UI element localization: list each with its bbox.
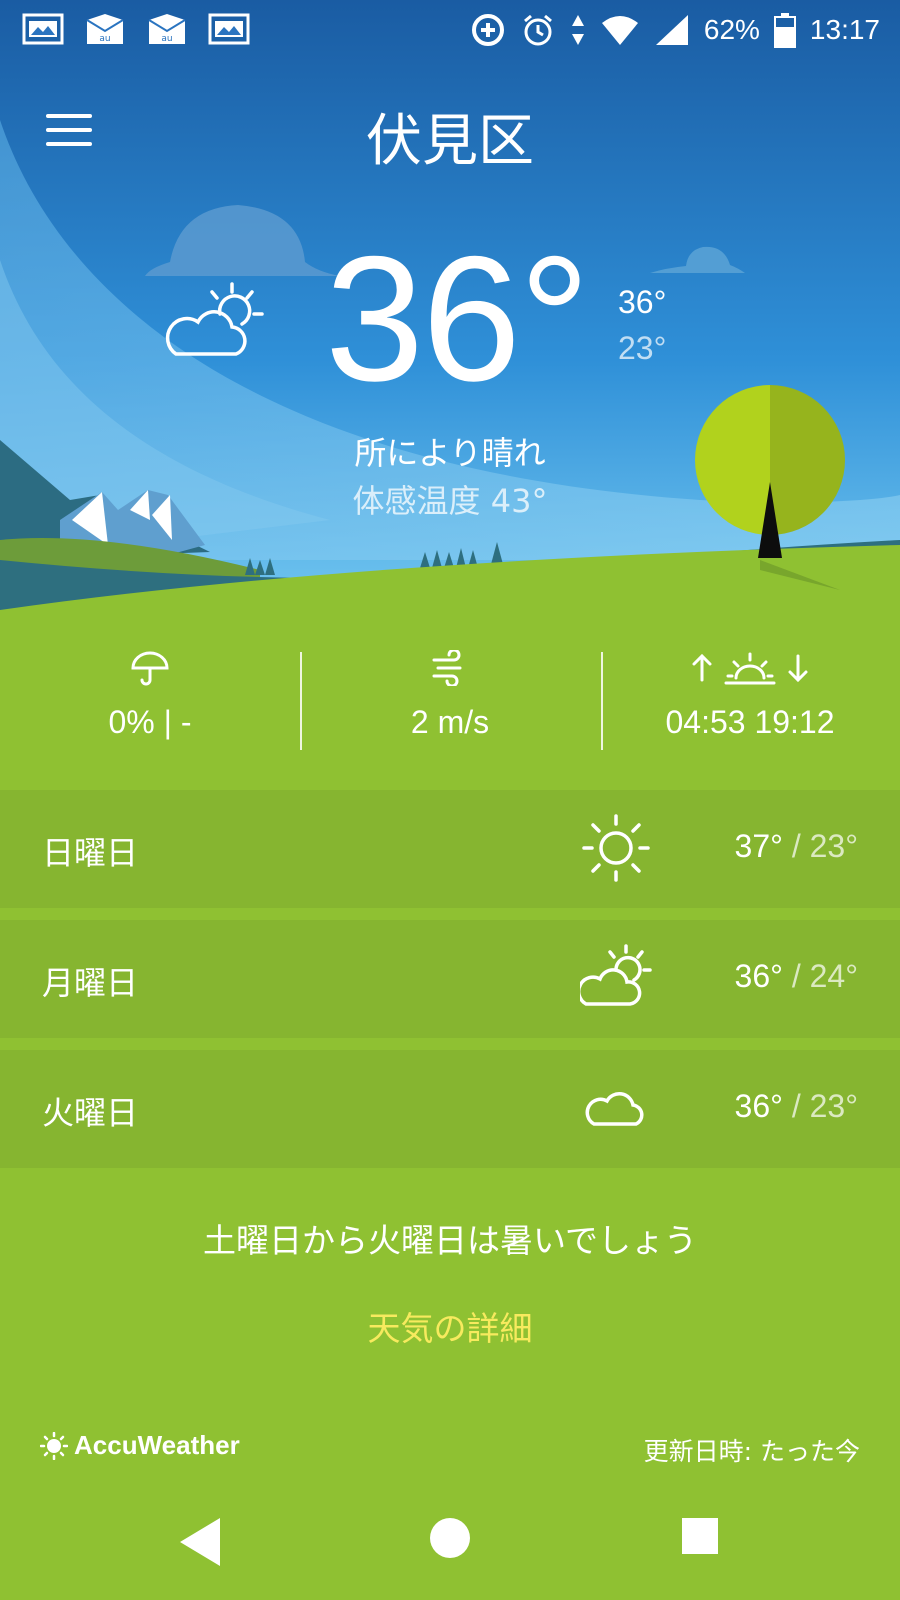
precipitation-stat: 0% | - [0, 650, 300, 741]
sunny-icon [582, 814, 650, 882]
system-icons: 62% 13:17 [470, 12, 880, 48]
battery-icon [773, 13, 796, 48]
notification-icons: au au [22, 12, 250, 46]
forecast-low: / 23° [791, 828, 858, 864]
weather-details-link[interactable]: 天気の詳細 [0, 1302, 900, 1350]
forecast-row-monday[interactable]: 月曜日 36° / 24° [0, 920, 900, 1038]
city-name: 伏見区 [366, 109, 534, 174]
feels-like-text: 体感温度 43° [352, 482, 548, 520]
stats-divider [601, 652, 603, 750]
updated-time: 更新日時: たった今 [643, 1437, 860, 1466]
high-temperature: 36° [618, 284, 667, 320]
data-saver-icon [471, 14, 504, 46]
navigation-bar [0, 1488, 900, 1600]
forecast-row-sunday[interactable]: 日曜日 37° / 23° [0, 790, 900, 908]
cloudy-icon [585, 1092, 644, 1126]
low-temperature: 23° [618, 330, 667, 366]
back-icon[interactable] [176, 1516, 224, 1568]
weather-stats: 0% | - 2 m/s 04:53 19:12 [0, 648, 900, 750]
current-temperature: 36° [325, 219, 590, 418]
forecast-day: 火曜日 [42, 1094, 139, 1132]
forecast-high: 37° [734, 828, 783, 864]
alarm-icon [523, 14, 552, 46]
accuweather-brand: AccuWeather [74, 1430, 240, 1460]
clock: 13:17 [809, 14, 880, 45]
forecast-high: 36° [734, 958, 783, 994]
forecast-temps: 36° / 23° [735, 1088, 858, 1125]
forecast-row-tuesday[interactable]: 火曜日 36° / 23° [0, 1050, 900, 1168]
umbrella-icon [131, 651, 169, 686]
sun-stat: 04:53 19:12 [600, 650, 900, 741]
forecast-high: 36° [734, 1088, 783, 1124]
newspaper-icon [22, 13, 64, 45]
stats-divider [300, 652, 302, 750]
wind-value: 2 m/s [410, 704, 490, 740]
accuweather-sun-icon [40, 1431, 68, 1460]
sunrise-sunset-icon [692, 652, 808, 685]
svg-text:au: au [161, 34, 172, 44]
newspaper-icon [208, 13, 250, 45]
condition-text: 所により晴れ [354, 434, 546, 472]
forecast-day: 日曜日 [42, 834, 139, 872]
wifi-icon [601, 16, 638, 45]
partly-sunny-icon [580, 944, 652, 1006]
precipitation-value: 0% | - [108, 704, 192, 740]
forecast-day: 月曜日 [42, 964, 139, 1002]
daily-forecast-list: 日曜日 37° / 23° 月曜日 36° / 24° 火曜日 36° / 23… [0, 790, 900, 1180]
status-bar: au au 62% 13:17 [0, 0, 900, 62]
home-icon[interactable] [428, 1516, 472, 1560]
weather-screen: au au 62% 13:17 伏見区 36° 36° 23° 所により晴れ 体… [0, 0, 900, 1600]
battery-percentage: 62% [703, 14, 760, 45]
signal-icon [655, 15, 688, 45]
forecast-low: / 24° [791, 958, 858, 994]
forecast-summary: 土曜日から火曜日は暑いでしょう [202, 1221, 697, 1260]
partly-sunny-icon [165, 282, 264, 356]
forecast-temps: 37° / 23° [735, 828, 858, 865]
forecast-low: / 23° [791, 1088, 858, 1124]
wind-stat: 2 m/s [300, 648, 600, 741]
data-transfer-icon [571, 15, 584, 45]
sunrise-sunset-value: 04:53 19:12 [665, 704, 835, 740]
recents-icon[interactable] [680, 1516, 720, 1556]
au-mail-icon: au [148, 14, 186, 44]
accuweather-logo: AccuWeather [40, 1430, 240, 1461]
au-mail-icon: au [86, 14, 124, 44]
svg-text:au: au [99, 34, 110, 44]
wind-icon [432, 648, 462, 688]
forecast-temps: 36° / 24° [735, 958, 858, 995]
